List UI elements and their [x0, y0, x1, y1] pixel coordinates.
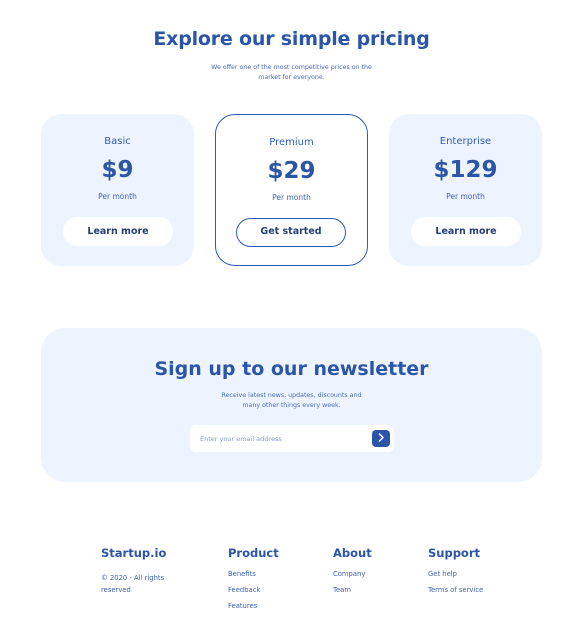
submit-button[interactable] [372, 430, 390, 447]
footer-link-terms[interactable]: Terms of service [428, 585, 483, 601]
plan-price: $29 [267, 158, 316, 184]
email-field-container [190, 425, 394, 452]
footer-column-title: Product [228, 546, 279, 560]
plan-period: Per month [98, 192, 137, 201]
pricing-title: Explore our simple pricing [153, 28, 430, 50]
newsletter-title: Sign up to our newsletter [154, 358, 429, 380]
footer-link-team[interactable]: Team [333, 585, 372, 601]
footer-brand[interactable]: Startup.io [101, 546, 166, 560]
newsletter-subtitle: Receive latest news, updates, discounts … [221, 392, 362, 409]
footer-column-title: Support [428, 546, 481, 560]
footer-column-product: Product Benefits Feedback Features [228, 546, 279, 617]
plan-name: Basic [104, 136, 131, 147]
plan-name: Enterprise [439, 136, 492, 147]
plan-period: Per month [446, 192, 485, 201]
plan-price: $9 [101, 157, 134, 183]
pricing-subtitle: We offer one of the most competitive pri… [211, 64, 372, 81]
learn-more-button-enterprise[interactable]: Learn more [411, 217, 521, 246]
pricing-card-enterprise: Enterprise $129 Per month Learn more [389, 114, 542, 266]
footer-link-features[interactable]: Features [228, 601, 279, 617]
plan-name: Premium [269, 137, 314, 148]
chevron-right-icon [378, 433, 384, 442]
footer-link-company[interactable]: Company [333, 569, 372, 585]
footer-link-feedback[interactable]: Feedback [228, 585, 279, 601]
email-input[interactable] [200, 425, 365, 452]
footer-column-support: Support Get help Terms of service [428, 546, 483, 601]
footer-copyright: © 2020 - All rights reserved [101, 574, 165, 594]
newsletter-section: Sign up to our newsletter Receive latest… [41, 328, 542, 482]
footer-column-title: About [333, 546, 372, 560]
footer-link-get-help[interactable]: Get help [428, 569, 483, 585]
footer-link-benefits[interactable]: Benefits [228, 569, 279, 585]
plan-period: Per month [272, 193, 311, 202]
plan-price: $129 [433, 157, 498, 183]
pricing-card-premium: Premium $29 Per month Get started [215, 114, 368, 266]
pricing-card-basic: Basic $9 Per month Learn more [41, 114, 194, 266]
footer-column-about: About Company Team [333, 546, 372, 601]
get-started-button[interactable]: Get started [236, 218, 346, 247]
learn-more-button-basic[interactable]: Learn more [63, 217, 173, 246]
